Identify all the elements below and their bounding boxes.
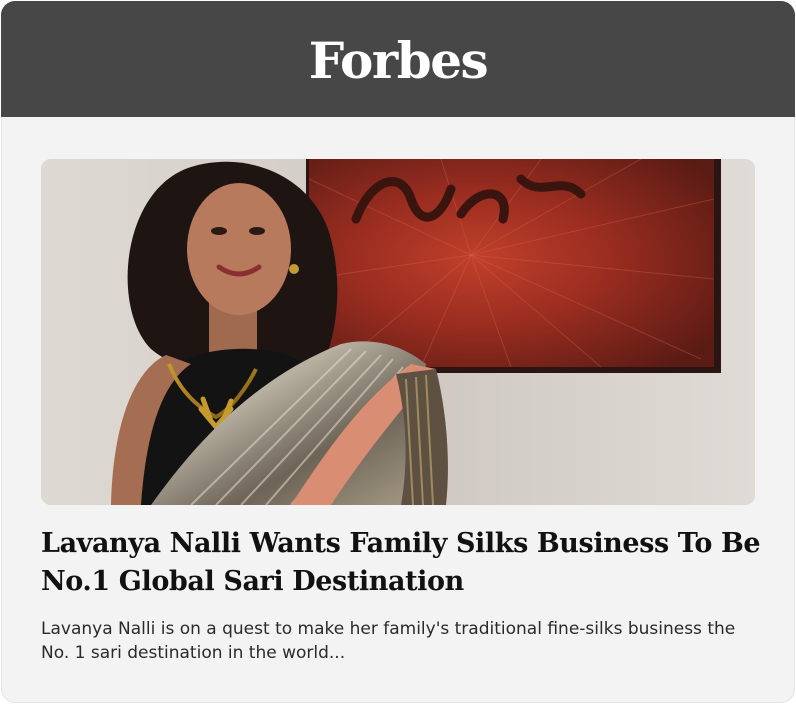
earring — [289, 264, 299, 274]
article-photo — [41, 159, 755, 505]
face — [187, 183, 291, 315]
article-card[interactable]: Forbes Lavanya Nalli Wants Family Silks … — [1, 1, 795, 703]
brand-header: Forbes — [1, 1, 795, 117]
article-summary: Lavanya Nalli is on a quest to make her … — [41, 619, 736, 663]
article-title[interactable]: Lavanya Nalli Wants Family Silks Busines… — [41, 525, 761, 601]
article-image[interactable] — [41, 159, 755, 505]
forbes-logo: Forbes — [308, 31, 489, 90]
